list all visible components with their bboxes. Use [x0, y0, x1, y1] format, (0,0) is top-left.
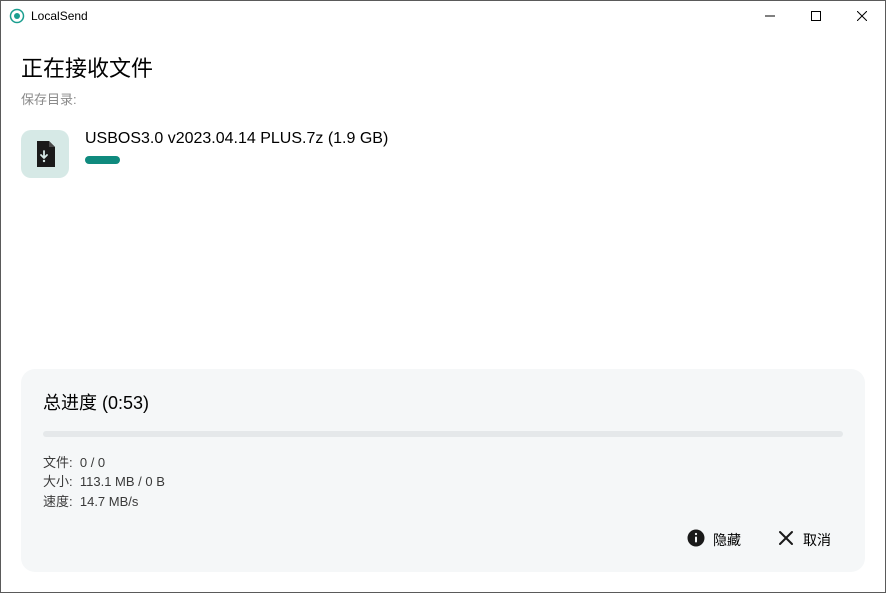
stat-files: 文件: 0 / 0 — [43, 453, 843, 473]
file-progress-fill — [85, 156, 120, 164]
cancel-label: 取消 — [803, 530, 831, 550]
file-icon — [21, 130, 69, 178]
stat-size: 大小: 113.1 MB / 0 B — [43, 472, 843, 492]
total-progress-title: 总进度 (0:53) — [43, 389, 843, 415]
window-title: LocalSend — [31, 9, 747, 23]
cancel-button[interactable]: 取消 — [765, 521, 843, 558]
actions-row: 隐藏 取消 — [43, 521, 843, 558]
minimize-button[interactable] — [747, 1, 793, 31]
app-icon — [9, 8, 25, 24]
stat-speed-value: 14.7 MB/s — [80, 492, 139, 512]
stat-size-value: 113.1 MB / 0 B — [80, 472, 165, 492]
main-content: 正在接收文件 保存目录: USBOS3.0 v2023.04.14 PLUS.7… — [1, 31, 885, 592]
window-controls — [747, 1, 885, 31]
stat-speed-label: 速度: — [43, 492, 73, 512]
titlebar: LocalSend — [1, 1, 885, 31]
page-title: 正在接收文件 — [21, 51, 865, 83]
hide-label: 隐藏 — [713, 530, 741, 550]
file-info: USBOS3.0 v2023.04.14 PLUS.7z (1.9 GB) — [85, 130, 865, 164]
hide-button[interactable]: 隐藏 — [675, 521, 753, 558]
save-directory-label: 保存目录: — [21, 89, 865, 108]
file-name: USBOS3.0 v2023.04.14 PLUS.7z (1.9 GB) — [85, 130, 865, 148]
total-progress-bar — [43, 431, 843, 437]
stats-block: 文件: 0 / 0 大小: 113.1 MB / 0 B 速度: 14.7 MB… — [43, 453, 843, 512]
stat-files-value: 0 / 0 — [80, 453, 105, 473]
stat-files-label: 文件: — [43, 453, 73, 473]
total-progress-panel: 总进度 (0:53) 文件: 0 / 0 大小: 113.1 MB / 0 B … — [21, 369, 865, 573]
close-button[interactable] — [839, 1, 885, 31]
maximize-button[interactable] — [793, 1, 839, 31]
stat-speed: 速度: 14.7 MB/s — [43, 492, 843, 512]
file-progress — [85, 156, 865, 164]
info-icon — [687, 529, 705, 550]
close-icon — [777, 529, 795, 550]
file-row: USBOS3.0 v2023.04.14 PLUS.7z (1.9 GB) — [21, 130, 865, 178]
stat-size-label: 大小: — [43, 472, 73, 492]
